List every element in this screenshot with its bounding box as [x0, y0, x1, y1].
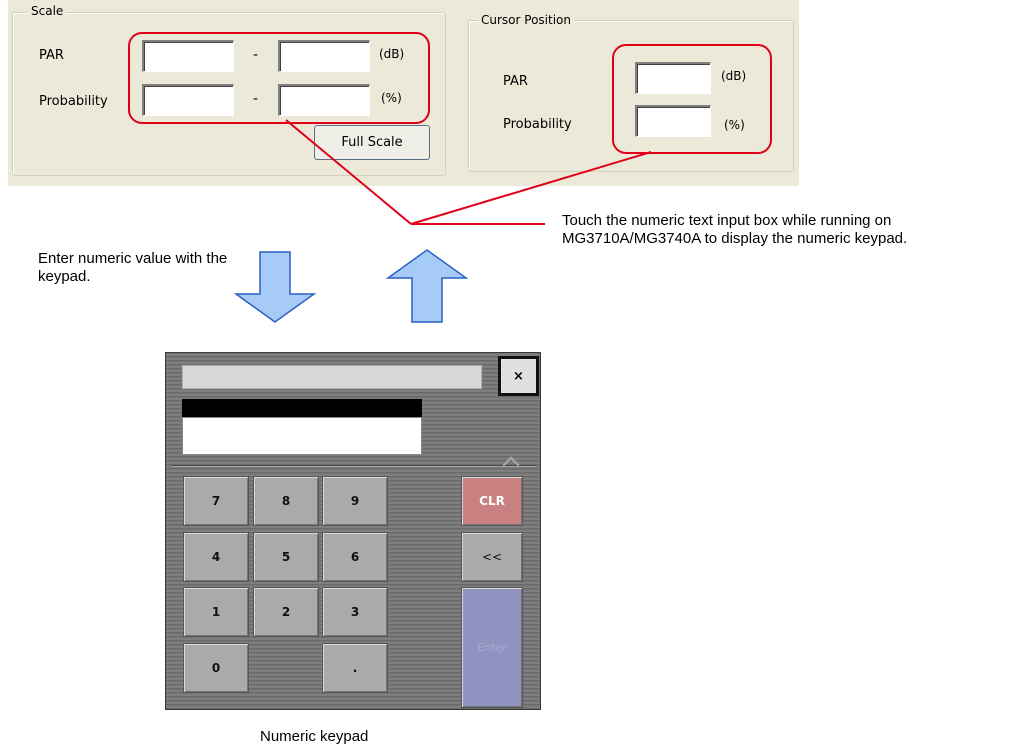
keypad-caption: Numeric keypad	[260, 728, 369, 745]
keypad-display-input[interactable]	[182, 417, 422, 455]
keypad-display-bar	[182, 399, 422, 417]
key-8[interactable]: 8	[253, 476, 319, 526]
close-icon: ×	[513, 368, 524, 384]
down-arrow-icon	[233, 251, 317, 323]
backspace-button[interactable]: <<	[461, 532, 523, 582]
keypad-notch	[502, 456, 520, 474]
key-0[interactable]: 0	[183, 643, 249, 693]
touch-note-caption: Touch the numeric text input box while r…	[562, 212, 908, 247]
keypad-divider	[172, 465, 536, 467]
keypad-title-bar	[182, 365, 482, 389]
keypad-close-button[interactable]: ×	[498, 356, 539, 396]
enter-numeric-caption: Enter numeric value with the keypad.	[38, 250, 228, 285]
clear-button[interactable]: CLR	[461, 476, 523, 526]
key-5[interactable]: 5	[253, 532, 319, 582]
key-4[interactable]: 4	[183, 532, 249, 582]
key-3[interactable]: 3	[322, 587, 388, 637]
key-2[interactable]: 2	[253, 587, 319, 637]
up-arrow-icon	[385, 249, 469, 323]
callout-line-scale	[285, 119, 412, 225]
key-9[interactable]: 9	[322, 476, 388, 526]
key-1[interactable]: 1	[183, 587, 249, 637]
enter-button[interactable]: Enter	[461, 587, 523, 708]
numeric-keypad: × 7 8 9 CLR 4 5 6 << 1 2 3 Enter 0 .	[165, 352, 541, 710]
key-dot[interactable]: .	[322, 643, 388, 693]
key-7[interactable]: 7	[183, 476, 249, 526]
key-6[interactable]: 6	[322, 532, 388, 582]
